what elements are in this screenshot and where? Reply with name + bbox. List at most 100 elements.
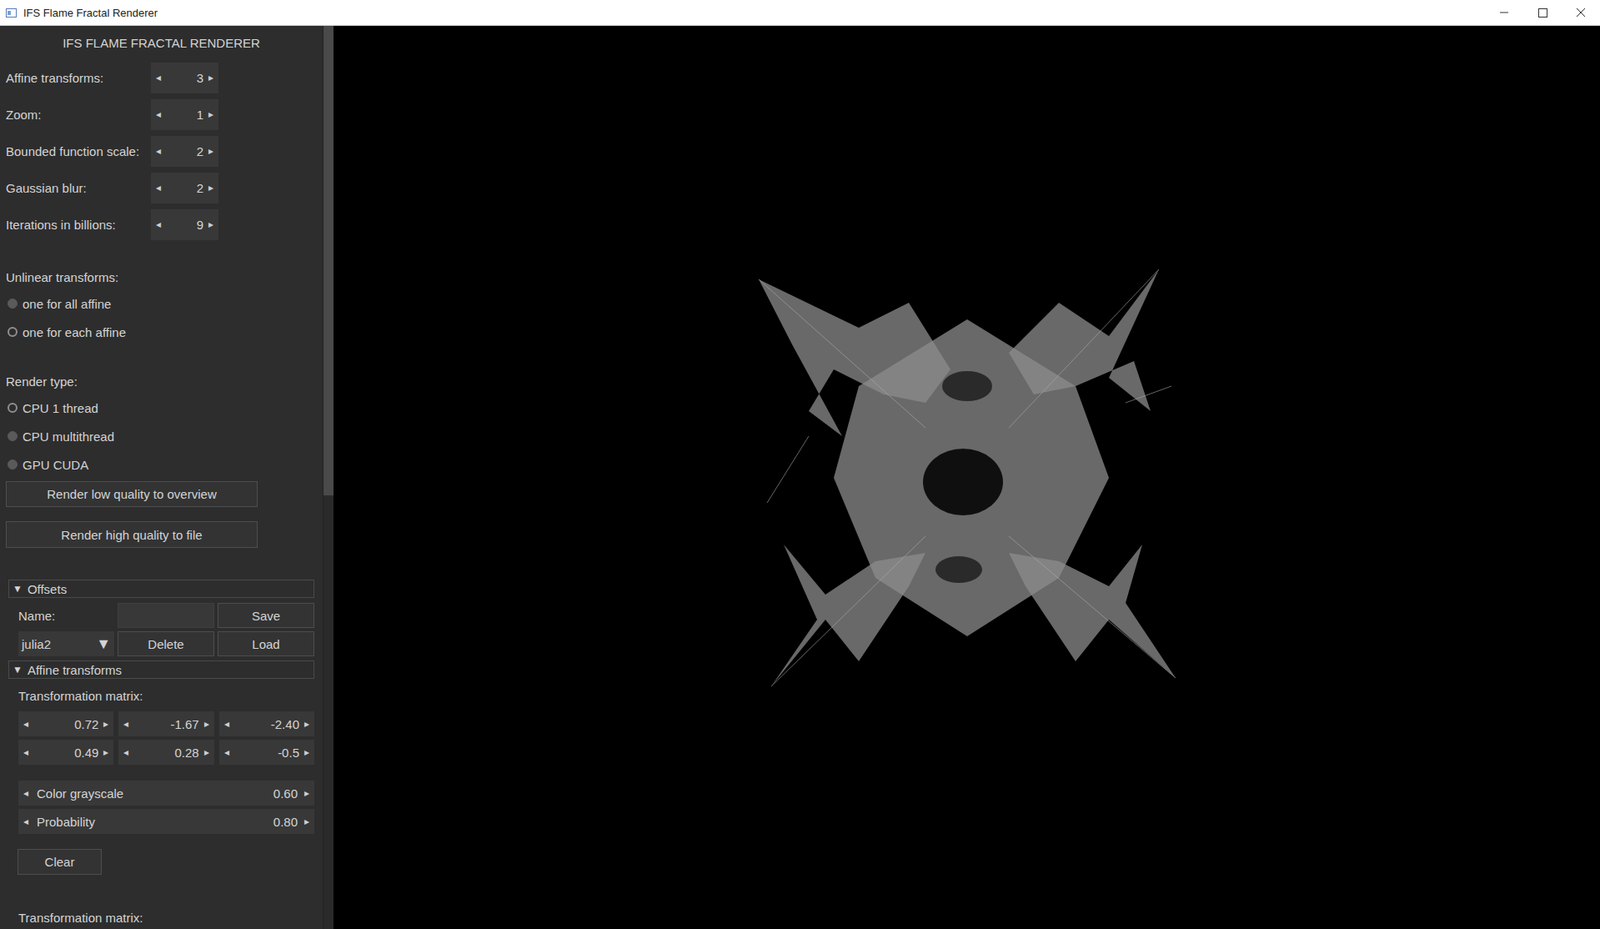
increase-button[interactable]: ▸ xyxy=(204,746,210,758)
increase-button[interactable]: ▸ xyxy=(304,787,310,799)
increase-button[interactable]: ▸ xyxy=(208,108,214,121)
radio-option[interactable]: one for all affine xyxy=(0,289,323,318)
render-low-button[interactable]: Render low quality to overview xyxy=(5,481,258,507)
spinner-row: Bounded function scale:◂2▸ xyxy=(0,132,323,170)
collapse-toggle[interactable]: ▼ xyxy=(12,663,23,676)
decrease-button[interactable]: ◂ xyxy=(155,71,161,84)
decrease-button[interactable]: ◂ xyxy=(123,717,129,730)
dropdown-arrow[interactable]: ▼ xyxy=(95,635,111,653)
matrix-cell[interactable]: ◂-1.67▸ xyxy=(118,711,214,737)
radio-button[interactable] xyxy=(7,459,18,470)
radio-label[interactable]: CPU multithread xyxy=(22,429,115,444)
cell-value[interactable]: 0.28 xyxy=(128,745,204,760)
decrease-button[interactable]: ◂ xyxy=(23,717,29,730)
matrix-row: ◂0.72▸◂-1.67▸◂-2.40▸ xyxy=(18,711,315,737)
radio-button[interactable] xyxy=(7,298,18,309)
radio-option[interactable]: one for each affine xyxy=(0,317,323,347)
app-window: IFS Flame Fractal Renderer IFS FLAME FRAC… xyxy=(0,0,1600,929)
decrease-button[interactable]: ◂ xyxy=(123,746,129,758)
close-icon[interactable] xyxy=(1561,0,1600,26)
value-slider[interactable]: ◂Probability0.80▸ xyxy=(18,808,315,834)
increase-button[interactable]: ▸ xyxy=(304,815,310,828)
scrollbar-thumb[interactable] xyxy=(323,25,334,496)
increase-button[interactable]: ▸ xyxy=(208,71,214,84)
matrix-cell[interactable]: ◂-2.40▸ xyxy=(219,711,315,737)
affine-header[interactable]: ▼ Affine transforms xyxy=(8,660,315,679)
decrease-button[interactable]: ◂ xyxy=(155,108,161,121)
radio-option[interactable]: GPU CUDA xyxy=(0,450,323,479)
spinner-row: Affine transforms:◂3▸ xyxy=(0,59,323,96)
matrix-cell[interactable]: ◂0.72▸ xyxy=(18,711,114,737)
increase-button[interactable]: ▸ xyxy=(208,218,214,231)
fractal-image xyxy=(758,269,1176,687)
increase-button[interactable]: ▸ xyxy=(208,181,214,194)
render-high-button[interactable]: Render high quality to file xyxy=(5,521,258,548)
slider-value: 0.60 xyxy=(273,786,305,801)
maximize-icon[interactable] xyxy=(1523,0,1562,26)
value-slider[interactable]: ◂Color grayscale0.60▸ xyxy=(18,780,315,806)
section-label: Render type: xyxy=(0,368,323,394)
radio-option[interactable]: CPU 1 thread xyxy=(0,393,323,422)
app-window-icon xyxy=(5,8,17,18)
spinner-value[interactable]: 9 xyxy=(160,217,209,232)
spinner[interactable]: ◂2▸ xyxy=(150,135,219,167)
spinner-value[interactable]: 2 xyxy=(160,180,209,196)
spinner[interactable]: ◂3▸ xyxy=(150,62,219,94)
spinner[interactable]: ◂9▸ xyxy=(150,209,219,241)
decrease-button[interactable]: ◂ xyxy=(155,181,161,194)
increase-button[interactable]: ▸ xyxy=(204,717,210,730)
window-title: IFS Flame Fractal Renderer xyxy=(23,6,158,20)
radio-label[interactable]: one for all affine xyxy=(22,296,111,311)
decrease-button[interactable]: ◂ xyxy=(23,815,29,828)
spinner[interactable]: ◂2▸ xyxy=(150,172,219,204)
name-input[interactable] xyxy=(117,602,215,628)
clear-button[interactable]: Clear xyxy=(17,848,102,875)
radio-button[interactable] xyxy=(7,402,18,413)
load-button[interactable]: Load xyxy=(217,631,315,657)
radio-label[interactable]: GPU CUDA xyxy=(22,457,89,472)
radio-button[interactable] xyxy=(7,326,18,337)
matrix-cell[interactable]: ◂0.28▸ xyxy=(118,739,214,765)
collapse-toggle[interactable]: ▼ xyxy=(12,582,23,595)
spinner[interactable]: ◂1▸ xyxy=(150,99,219,131)
radio-option[interactable]: CPU multithread xyxy=(0,421,323,451)
spinner-value[interactable]: 1 xyxy=(160,107,209,122)
radio-button[interactable] xyxy=(7,431,18,442)
panel-title: IFS FLAME FRACTAL RENDERER xyxy=(0,25,323,60)
matrix-cell[interactable]: ◂-0.5▸ xyxy=(219,739,315,765)
spinner-value[interactable]: 3 xyxy=(160,70,209,86)
decrease-button[interactable]: ◂ xyxy=(23,787,29,799)
preset-row: julia2 ▼ DeleteLoad xyxy=(18,631,315,657)
decrease-button[interactable]: ◂ xyxy=(224,717,230,730)
cell-value[interactable]: -2.40 xyxy=(229,717,305,732)
decrease-button[interactable]: ◂ xyxy=(155,145,161,157)
increase-button[interactable]: ▸ xyxy=(103,746,109,758)
spinner-value[interactable]: 2 xyxy=(160,144,209,159)
minimize-icon[interactable] xyxy=(1484,0,1524,26)
control-panel: IFS FLAME FRACTAL RENDERERAffine transfo… xyxy=(0,25,323,929)
save-button[interactable]: Save xyxy=(217,602,315,628)
cell-value[interactable]: 0.72 xyxy=(28,717,104,732)
increase-button[interactable]: ▸ xyxy=(304,746,310,758)
radio-label[interactable]: one for each affine xyxy=(22,325,126,340)
decrease-button[interactable]: ◂ xyxy=(224,746,230,758)
decrease-button[interactable]: ◂ xyxy=(155,218,161,231)
delete-button[interactable]: Delete xyxy=(117,631,215,657)
radio-label[interactable]: CPU 1 thread xyxy=(22,401,99,416)
increase-button[interactable]: ▸ xyxy=(304,717,310,730)
offsets-header[interactable]: ▼Offsets xyxy=(8,579,315,598)
scrollbar[interactable] xyxy=(322,25,334,929)
spinner-label: Bounded function scale: xyxy=(5,144,151,159)
decrease-button[interactable]: ◂ xyxy=(23,746,29,758)
cell-value[interactable]: 0.49 xyxy=(28,745,104,760)
preset-dropdown[interactable]: julia2 ▼ xyxy=(18,631,115,657)
group-title: Affine transforms xyxy=(27,662,122,678)
cell-value[interactable]: -1.67 xyxy=(128,717,204,732)
matrix-label: Transformation matrix: xyxy=(18,907,323,927)
matrix-cell[interactable]: ◂0.49▸ xyxy=(18,739,114,765)
increase-button[interactable]: ▸ xyxy=(208,145,214,157)
increase-button[interactable]: ▸ xyxy=(103,717,109,730)
cell-value[interactable]: -0.5 xyxy=(229,745,305,760)
name-label: Name: xyxy=(18,608,115,623)
dropdown-value[interactable]: julia2 xyxy=(21,636,51,652)
